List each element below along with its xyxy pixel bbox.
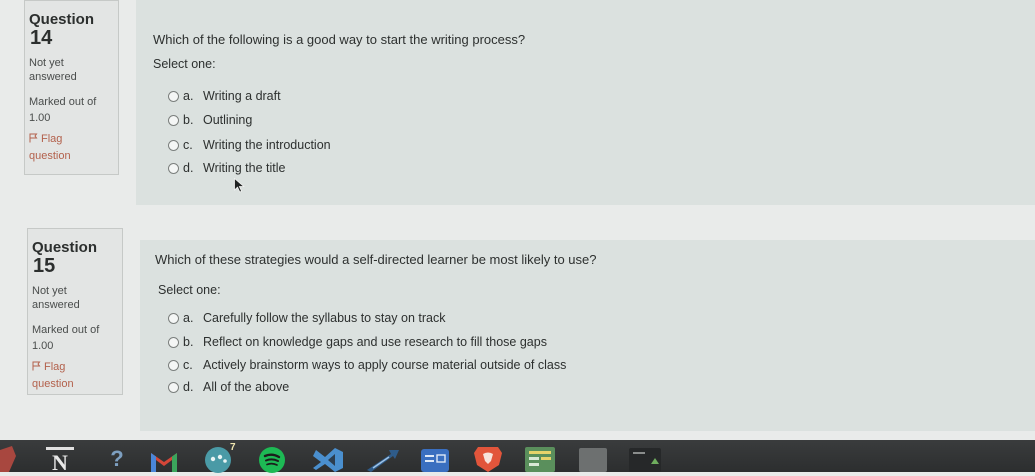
question-content: Which of these strategies would a self-d… — [140, 240, 1035, 431]
vscode-icon[interactable] — [311, 448, 345, 472]
taskbar: N ? 7 — [0, 440, 1035, 475]
question-label: Question — [29, 11, 95, 28]
window-icon[interactable] — [579, 448, 607, 472]
flag-question-link[interactable]: Flag question — [29, 131, 101, 165]
answer-option-c[interactable]: c. Writing the introduction — [168, 137, 331, 153]
mouse-cursor-icon — [234, 178, 245, 193]
option-label[interactable]: All of the above — [203, 380, 289, 394]
question-marks: Marked out of 1.00 — [29, 96, 97, 124]
answer-option-d[interactable]: d. Writing the title — [168, 160, 285, 176]
spotify-icon[interactable] — [258, 446, 286, 474]
radio-button[interactable] — [168, 359, 179, 371]
flag-icon[interactable] — [29, 133, 38, 143]
select-one-prompt: Select one: — [153, 57, 216, 71]
option-label[interactable]: Writing the title — [203, 161, 285, 175]
radio-button[interactable] — [168, 114, 179, 126]
option-label[interactable]: Actively brainstorm ways to apply course… — [203, 358, 566, 372]
chat-app-icon[interactable] — [204, 446, 232, 474]
option-letter: a. — [183, 311, 194, 325]
radio-button[interactable] — [168, 90, 179, 102]
notion-icon[interactable]: N — [46, 447, 74, 475]
answer-option-a[interactable]: a. Carefully follow the syllabus to stay… — [168, 310, 445, 326]
answer-option-d[interactable]: d. All of the above — [168, 379, 289, 395]
partial-app-icon[interactable] — [0, 446, 16, 472]
option-letter: d. — [183, 380, 194, 394]
brave-icon[interactable] — [472, 445, 504, 472]
help-icon[interactable]: ? — [106, 446, 128, 472]
option-letter: b. — [183, 335, 194, 349]
option-letter: c. — [183, 358, 193, 372]
notification-badge: 7 — [230, 442, 236, 453]
arrow-app-icon[interactable] — [365, 448, 401, 472]
answer-option-b[interactable]: b. Reflect on knowledge gaps and use res… — [168, 334, 547, 350]
question-number: 15 — [33, 255, 56, 277]
option-label[interactable]: Carefully follow the syllabus to stay on… — [203, 311, 445, 325]
option-letter: c. — [183, 138, 193, 152]
question-label: Question — [32, 239, 98, 256]
question-content: Which of the following is a good way to … — [136, 0, 1035, 205]
radio-button[interactable] — [168, 336, 179, 348]
answer-option-a[interactable]: a. Writing a draft — [168, 88, 281, 104]
question-number: 14 — [30, 27, 53, 49]
option-letter: a. — [183, 89, 194, 103]
radio-button[interactable] — [168, 162, 179, 174]
option-label[interactable]: Outlining — [203, 113, 252, 127]
question-text: Which of these strategies would a self-d… — [155, 252, 597, 267]
gmail-icon[interactable] — [149, 449, 179, 472]
radio-button[interactable] — [168, 139, 179, 151]
option-letter: b. — [183, 113, 194, 127]
question-status: Not yet answered — [29, 57, 77, 83]
question-text: Which of the following is a good way to … — [153, 32, 526, 47]
select-one-prompt: Select one: — [158, 283, 221, 297]
answer-option-c[interactable]: c. Actively brainstorm ways to apply cou… — [168, 357, 566, 373]
flag-icon[interactable] — [32, 361, 41, 371]
question-marks: Marked out of 1.00 — [32, 324, 100, 352]
option-label[interactable]: Writing the introduction — [203, 138, 331, 152]
dark-app-icon[interactable] — [629, 448, 661, 472]
question-info-box: Question 14 Not yet answered Marked out … — [24, 0, 119, 175]
option-letter: d. — [183, 161, 194, 175]
radio-button[interactable] — [168, 381, 179, 393]
answer-option-b[interactable]: b. Outlining — [168, 112, 252, 128]
option-label[interactable]: Reflect on knowledge gaps and use resear… — [203, 335, 547, 349]
question-info-box: Question 15 Not yet answered Marked out … — [27, 228, 123, 395]
blue-app-icon[interactable] — [421, 449, 449, 472]
sheets-icon[interactable] — [525, 447, 555, 472]
radio-button[interactable] — [168, 312, 179, 324]
question-status: Not yet answered — [32, 285, 80, 311]
option-label[interactable]: Writing a draft — [203, 89, 281, 103]
flag-question-link[interactable]: Flag question — [32, 359, 104, 393]
